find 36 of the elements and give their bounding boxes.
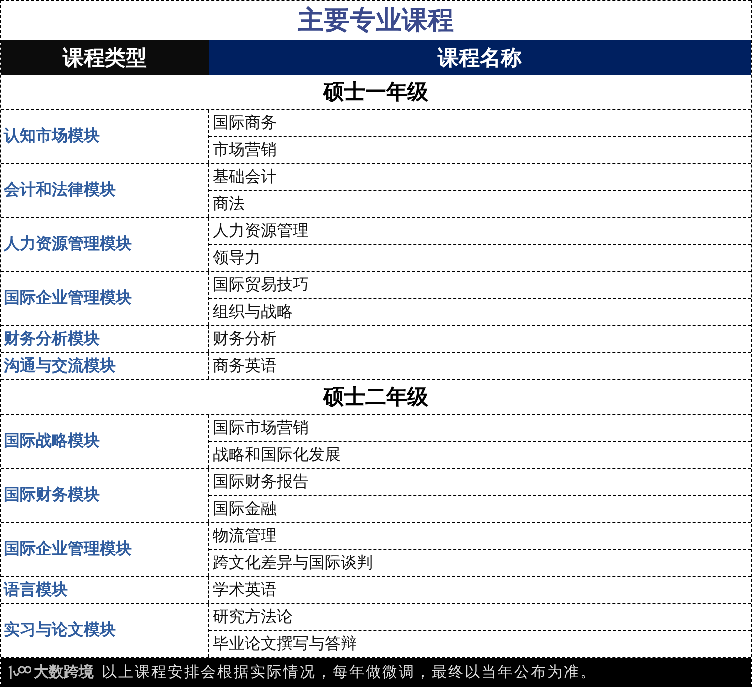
course-cell: 商法 [209,190,751,217]
course-cell: 跨文化差异与国际谈判 [209,549,751,576]
module-cell: 实习与论文模块 [1,604,209,657]
module-cell: 国际财务模块 [1,469,209,522]
module-cell: 沟通与交流模块 [1,353,209,379]
column-header: 课程名称 [209,40,751,75]
module-cell: 人力资源管理模块 [1,218,209,271]
course-cell-text: 国际商务 [212,112,278,134]
brand-logo: 大数跨境 [7,663,94,682]
course-cell-text: 国际贸易技巧 [212,274,310,296]
module-cell: 财务分析模块 [1,326,209,352]
module-cell: 认知市场模块 [1,110,209,163]
module-cell: 国际企业管理模块 [1,523,209,576]
course-cell-text: 研究方法论 [212,606,294,628]
column-header: 课程类型 [1,40,209,75]
footer-note: 以上课程安排会根据实际情况，每年做微调，最终以当年公布为准。 [102,663,597,682]
module-cell: 国际战略模块 [1,415,209,468]
module-cell: 会计和法律模块 [1,164,209,217]
course-cell-text: 人力资源管理 [212,220,310,242]
course-cell-text: 物流管理 [212,524,278,546]
course-cell-text: 国际财务报告 [212,470,310,492]
course-cell: 战略和国际化发展 [209,441,751,468]
course-cell-text: 财务分析 [212,328,278,350]
course-cell: 组织与战略 [209,298,751,325]
course-cell: 毕业论文撰写与答辩 [209,630,751,657]
module-cell: 语言模块 [1,577,209,603]
course-cell-text: 商务英语 [212,354,278,376]
course-cell-text: 基础会计 [212,166,278,188]
module-cell: 国际企业管理模块 [1,272,209,325]
course-cell: 领导力 [209,244,751,271]
course-cell: 国际金融 [209,495,751,522]
section-heading: 硕士一年级 [1,75,751,110]
section-heading: 硕士二年级 [1,380,751,415]
course-cell-text: 学术英语 [212,578,278,600]
course-cell: 市场营销 [209,136,751,163]
course-cell-text: 国际市场营销 [212,416,310,438]
